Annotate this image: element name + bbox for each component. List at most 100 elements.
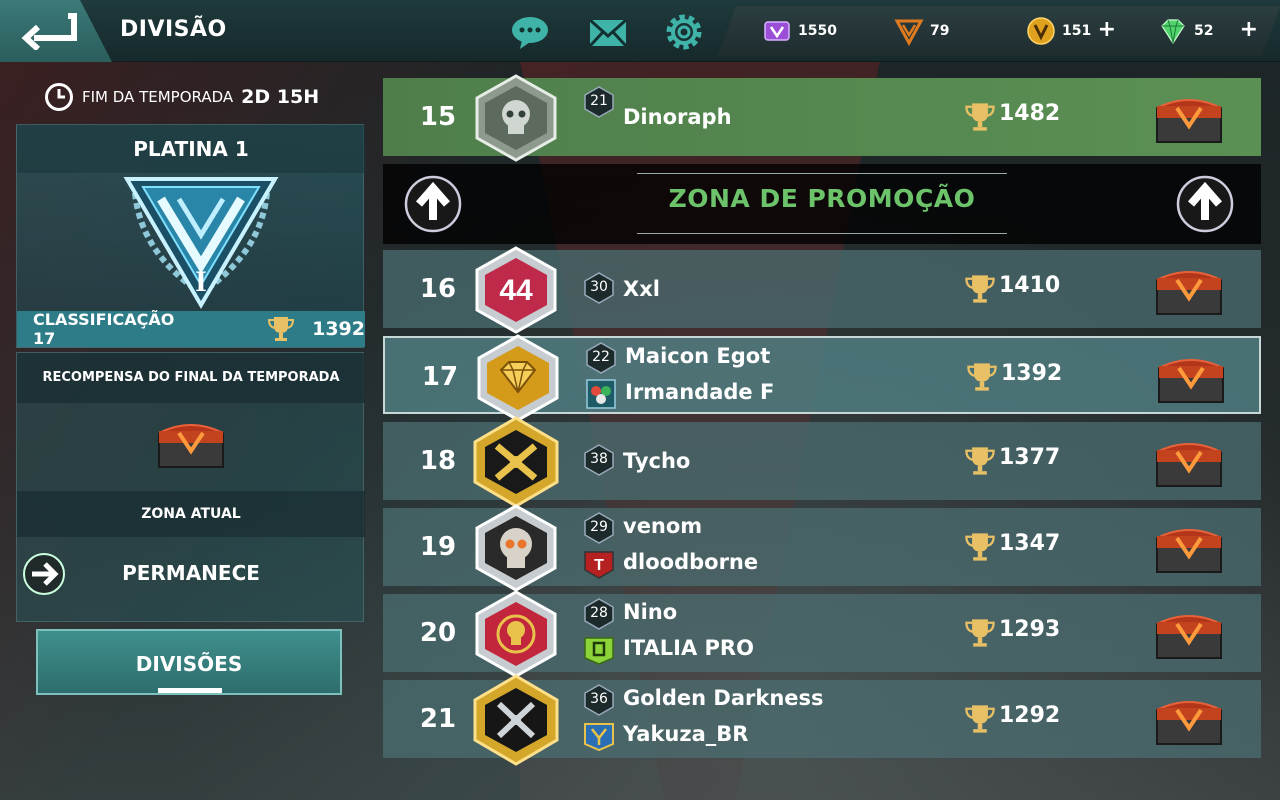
crossed-swords-badge-icon bbox=[473, 416, 559, 508]
promotion-zone-band: ZONA DE PROMOÇÃO bbox=[383, 164, 1261, 244]
reward-chest-icon[interactable] bbox=[1153, 692, 1225, 748]
currency-gems: 52 + bbox=[1114, 6, 1280, 56]
season-time-left: 2D 15H bbox=[241, 86, 320, 108]
page-title: DIVISÃO bbox=[120, 17, 227, 42]
leaderboard-row-current-player[interactable]: 17 22 Maicon Egot Irmandade F 1392 bbox=[383, 334, 1261, 422]
divisions-underline bbox=[158, 688, 222, 693]
clan-name: Yakuza_BR bbox=[623, 722, 749, 746]
player-name: Tycho bbox=[623, 449, 691, 473]
top-bar: DIVISÃO 1550 79 151 + 52 + bbox=[0, 0, 1280, 62]
reward-panel: RECOMPENSA DO FINAL DA TEMPORADA ZONA AT… bbox=[16, 352, 365, 622]
platinum-rank-emblem: I bbox=[123, 177, 279, 309]
reward-chest-icon[interactable] bbox=[155, 415, 227, 471]
season-end-label: FIM DA TEMPORADA bbox=[82, 88, 234, 106]
player-name: Xxl bbox=[623, 277, 660, 301]
clan-emblem-icon bbox=[586, 379, 616, 409]
rank-title: PLATINA 1 bbox=[17, 125, 365, 173]
trophy-icon bbox=[965, 275, 995, 303]
add-gems-button[interactable]: + bbox=[1240, 17, 1258, 42]
level-badge: 28 bbox=[583, 598, 615, 630]
up-arrow-icon bbox=[1176, 175, 1234, 233]
player-name: venom bbox=[623, 514, 703, 538]
rank-tier: I bbox=[195, 265, 207, 298]
rank-panel: PLATINA 1 I CLASSIFICAÇÃO 17 1392 bbox=[16, 124, 365, 348]
clan-name: Irmandade F bbox=[625, 380, 775, 404]
player-level: 21 bbox=[590, 93, 608, 109]
reward-chest-icon[interactable] bbox=[1153, 262, 1225, 318]
back-button[interactable] bbox=[0, 0, 112, 62]
reward-chest-icon[interactable] bbox=[1153, 606, 1225, 662]
level-badge: 21 bbox=[583, 86, 615, 118]
player-score: 1293 bbox=[999, 617, 1061, 642]
level-badge: 36 bbox=[583, 684, 615, 716]
currency-value: 79 bbox=[930, 23, 950, 39]
green-gem-icon bbox=[1158, 16, 1188, 46]
gold-diamond-badge-icon bbox=[477, 334, 559, 422]
currency-purple: 1550 bbox=[718, 6, 868, 56]
player-score: 1292 bbox=[999, 703, 1061, 728]
currency-value: 52 bbox=[1194, 23, 1214, 39]
promotion-zone-label: ZONA DE PROMOÇÃO bbox=[668, 184, 976, 213]
leaderboard-row[interactable]: 16 44 30 Xxl 1410 bbox=[383, 246, 1261, 334]
leaderboard-row[interactable]: 18 38 Tycho 1377 bbox=[383, 416, 1261, 508]
clan-emblem-icon bbox=[584, 723, 614, 752]
silver-skull-badge-icon bbox=[475, 74, 557, 162]
level-badge: 30 bbox=[583, 272, 615, 304]
level-badge: 22 bbox=[585, 342, 617, 374]
add-gold-button[interactable]: + bbox=[1098, 17, 1116, 42]
player-level: 28 bbox=[590, 605, 608, 621]
divisions-button[interactable]: DIVISÕES bbox=[36, 629, 342, 695]
player-score: 1347 bbox=[999, 531, 1061, 556]
player-level: 30 bbox=[590, 279, 608, 295]
black-swords-badge-icon bbox=[473, 674, 559, 766]
trophy-icon bbox=[965, 533, 995, 561]
mail-button[interactable] bbox=[588, 12, 628, 52]
player-name: Dinoraph bbox=[623, 105, 732, 129]
leaderboard-row[interactable]: 20 28 Nino ITALIA PRO 1293 bbox=[383, 590, 1261, 678]
player-level: 38 bbox=[590, 451, 608, 467]
trophy-icon bbox=[967, 363, 997, 391]
level-badge: 38 bbox=[583, 444, 615, 476]
player-name: Nino bbox=[623, 600, 678, 624]
player-score: 1377 bbox=[999, 445, 1061, 470]
mail-icon bbox=[588, 18, 628, 48]
currency-orange: 79 bbox=[850, 6, 1000, 56]
zone-state-label: PERMANECE bbox=[122, 561, 260, 585]
reward-chest-icon[interactable] bbox=[1153, 434, 1225, 490]
clan-emblem-icon bbox=[584, 637, 614, 665]
classification-label: CLASSIFICAÇÃO 17 bbox=[33, 310, 175, 348]
gear-icon bbox=[666, 14, 702, 50]
clan-name: ITALIA PRO bbox=[623, 636, 754, 660]
reward-chest-icon[interactable] bbox=[1153, 90, 1225, 146]
player-score: 1482 bbox=[999, 101, 1061, 126]
reward-chest-icon[interactable] bbox=[1155, 350, 1227, 406]
player-level: 29 bbox=[590, 519, 608, 535]
clan-emblem-icon: T bbox=[584, 551, 614, 579]
svg-text:44: 44 bbox=[499, 274, 533, 307]
trophy-icon bbox=[965, 447, 995, 475]
red-skull-badge-icon bbox=[475, 590, 557, 678]
reward-chest-icon[interactable] bbox=[1153, 520, 1225, 576]
gold-coin-icon bbox=[1026, 16, 1056, 46]
currency-value: 151 bbox=[1062, 23, 1092, 39]
up-arrow-icon bbox=[404, 175, 462, 233]
trophy-icon bbox=[965, 103, 995, 131]
clan-name: dloodborne bbox=[623, 550, 759, 574]
red-44-badge-icon: 44 bbox=[475, 246, 557, 334]
trophy-icon bbox=[965, 705, 995, 733]
orange-v-token-icon bbox=[894, 16, 924, 46]
clock-icon bbox=[45, 83, 73, 111]
season-end: FIM DA TEMPORADA 2D 15H bbox=[44, 82, 319, 112]
player-name: Maicon Egot bbox=[625, 344, 771, 368]
settings-button[interactable] bbox=[664, 12, 704, 52]
player-score: 1392 bbox=[1001, 361, 1063, 386]
chat-button[interactable] bbox=[510, 12, 550, 52]
classification-bar: CLASSIFICAÇÃO 17 1392 bbox=[17, 310, 365, 348]
leaderboard-row[interactable]: 19 29 venom T dloodborne 1347 bbox=[383, 504, 1261, 592]
player-score: 1410 bbox=[999, 273, 1061, 298]
currency-gold: 151 + bbox=[982, 6, 1138, 56]
leaderboard-row[interactable]: 15 21 Dinoraph 1482 bbox=[383, 74, 1261, 162]
classification-trophies: 1392 bbox=[312, 318, 365, 340]
trophy-icon bbox=[965, 619, 995, 647]
leaderboard-row[interactable]: 21 36 Golden Darkness Yakuza_BR 1292 bbox=[383, 674, 1261, 766]
